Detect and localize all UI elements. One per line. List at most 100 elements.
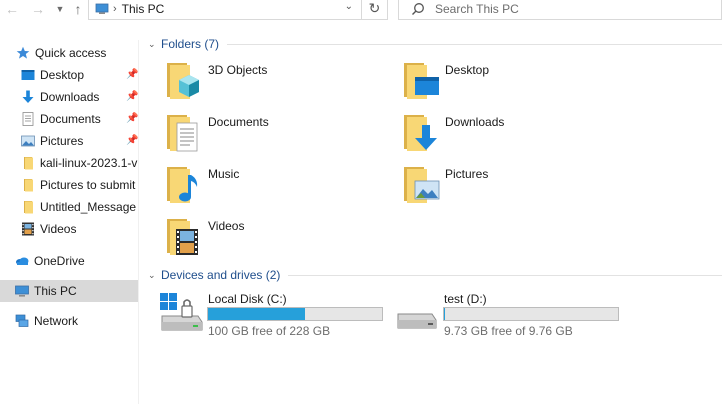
document-icon: [22, 112, 34, 126]
drive-test-d[interactable]: test (D:) 9.73 GB free of 9.76 GB: [396, 292, 626, 342]
chevron-down-icon[interactable]: ⌄: [148, 39, 158, 50]
folder-music[interactable]: Music: [165, 165, 395, 209]
nav-onedrive[interactable]: OneDrive: [0, 250, 138, 272]
up-arrow-icon: ↑: [74, 1, 82, 17]
folder-pictures[interactable]: Pictures: [402, 165, 632, 209]
nav-label: Quick access: [35, 46, 107, 60]
folder-3d-objects[interactable]: 3D Objects: [165, 61, 395, 105]
nav-item-pictures[interactable]: Pictures 📌: [0, 130, 138, 152]
folder-name: Documents: [208, 115, 269, 129]
pane-divider: [138, 40, 139, 404]
nav-label: Pictures: [40, 134, 84, 148]
drive-usage-fill: [208, 308, 305, 320]
folder-icon: [24, 179, 33, 192]
navigation-pane: Quick access Desktop 📌 Downloads 📌 Docum…: [0, 40, 138, 404]
folder-documents[interactable]: Documents: [165, 113, 395, 157]
download-arrow-icon: [22, 90, 34, 103]
documents-folder-icon: [167, 115, 198, 152]
up-button[interactable]: ↑: [70, 0, 86, 18]
drive-free-space: 100 GB free of 228 GB: [208, 324, 331, 338]
search-placeholder: Search This PC: [435, 1, 519, 16]
nav-item-videos[interactable]: Videos: [0, 218, 138, 240]
drive-usage-bar: [207, 307, 383, 321]
film-icon: [22, 222, 34, 236]
nav-network[interactable]: Network: [0, 310, 138, 332]
nav-label: OneDrive: [34, 254, 85, 268]
folder-icon: [24, 201, 33, 214]
folder-desktop[interactable]: Desktop: [402, 61, 632, 105]
forward-arrow-icon: →: [31, 1, 45, 17]
nav-item-downloads[interactable]: Downloads 📌: [0, 86, 138, 108]
onedrive-cloud-icon: [16, 257, 29, 265]
drive-name: test (D:): [444, 292, 487, 306]
search-icon: [412, 2, 424, 15]
folder-name: Downloads: [445, 115, 505, 129]
drive-local-disk-c[interactable]: Local Disk (C:) 100 GB free of 228 GB: [160, 292, 390, 342]
folders-section-header[interactable]: ⌄ Folders (7): [148, 36, 722, 52]
pin-icon[interactable]: 📌: [126, 113, 138, 124]
search-box[interactable]: Search This PC: [398, 0, 722, 20]
back-button[interactable]: ←: [4, 0, 20, 18]
drive-usage-fill: [444, 308, 445, 320]
desktop-folder-icon: [404, 63, 439, 99]
nav-label: Untitled_Message: [40, 200, 137, 214]
section-title: Folders (7): [161, 37, 220, 51]
nav-item-documents[interactable]: Documents 📌: [0, 108, 138, 130]
refresh-icon: ↻: [368, 0, 381, 16]
nav-item-untitled-message-folder[interactable]: Untitled_Message: [0, 196, 138, 218]
drives-section-header[interactable]: ⌄ Devices and drives (2): [148, 267, 722, 283]
section-title: Devices and drives (2): [161, 268, 281, 282]
folder-name: Pictures: [445, 167, 489, 181]
breadcrumb-this-pc[interactable]: This PC: [122, 2, 165, 16]
drive-name: Local Disk (C:): [208, 292, 287, 306]
address-bar[interactable]: › This PC ⌄: [88, 0, 362, 20]
folder-name: Desktop: [445, 63, 490, 77]
folder-videos[interactable]: Videos: [165, 217, 395, 261]
navigation-bar: ← → ▼ ↑ › This PC ⌄ ↻ Search This PC: [0, 0, 722, 22]
back-arrow-icon: ←: [5, 1, 19, 17]
pin-icon[interactable]: 📌: [126, 91, 138, 102]
nav-label: Documents: [40, 112, 101, 126]
nav-item-pictures-to-submit-folder[interactable]: Pictures to submit fo: [0, 174, 138, 196]
address-dropdown-icon[interactable]: ⌄: [345, 1, 353, 12]
desktop-icon: [21, 70, 35, 80]
star-icon: [16, 46, 30, 59]
refresh-button[interactable]: ↻: [362, 0, 388, 20]
nav-label: Network: [34, 314, 79, 328]
videos-folder-icon: [167, 219, 198, 255]
pictures-icon: [21, 135, 35, 147]
this-pc-icon: [95, 3, 109, 14]
this-pc-icon: [15, 285, 29, 297]
nav-label: Downloads: [40, 90, 100, 104]
pin-icon[interactable]: 📌: [126, 69, 138, 80]
nav-item-desktop[interactable]: Desktop 📌: [0, 64, 138, 86]
folder-downloads[interactable]: Downloads: [402, 113, 632, 157]
nav-item-kali-folder[interactable]: kali-linux-2023.1-vm: [0, 152, 138, 174]
drive-free-space: 9.73 GB free of 9.76 GB: [444, 324, 573, 338]
breadcrumb-separator-icon: ›: [113, 2, 117, 15]
folder-name: Music: [208, 167, 240, 181]
folder-icon: [24, 157, 33, 170]
section-divider: [227, 43, 722, 45]
nav-quick-access[interactable]: Quick access: [0, 42, 138, 64]
folder-name: Videos: [208, 219, 245, 233]
section-divider: [288, 274, 722, 276]
windows-drive-icon: [160, 293, 203, 331]
chevron-down-icon[interactable]: ⌄: [148, 270, 158, 281]
pictures-folder-icon: [404, 167, 440, 203]
nav-label: This PC: [34, 284, 77, 298]
drive-icon: [397, 313, 437, 329]
folder-name: 3D Objects: [208, 63, 268, 77]
nav-this-pc[interactable]: This PC: [0, 280, 138, 302]
chevron-down-icon: ▼: [55, 4, 65, 14]
nav-label: Videos: [40, 222, 77, 236]
3d-objects-folder-icon: [167, 63, 199, 99]
recent-locations-button[interactable]: ▼: [54, 0, 66, 18]
nav-label: Desktop: [40, 68, 85, 82]
nav-label: Pictures to submit fo: [40, 178, 138, 192]
pin-icon[interactable]: 📌: [126, 135, 138, 146]
forward-button[interactable]: →: [30, 0, 46, 18]
network-icon: [15, 314, 29, 327]
drive-usage-bar: [443, 307, 619, 321]
downloads-folder-icon: [404, 115, 437, 151]
